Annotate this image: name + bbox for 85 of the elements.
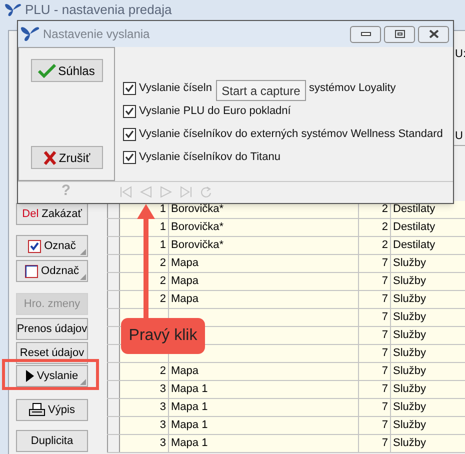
minimize-icon <box>360 32 370 36</box>
butterfly-icon <box>4 2 22 16</box>
butterfly-icon <box>20 26 40 42</box>
table-cell: Mapa <box>169 273 359 290</box>
table-cell: 2 <box>359 219 391 236</box>
table-cell-text: Destilaty <box>392 202 436 217</box>
table-cell: Mapa 1 <box>169 417 359 434</box>
minimize-button[interactable] <box>350 26 381 42</box>
send-button[interactable]: Vyslanie <box>16 365 88 387</box>
printer-icon <box>29 403 46 417</box>
table-cell: Mapa 1 <box>169 381 359 398</box>
next-record-icon[interactable] <box>160 186 172 198</box>
checkbox[interactable] <box>123 128 136 140</box>
table-cell: Borovička* <box>169 237 359 254</box>
option-label: Vyslanie číseln <box>139 80 212 96</box>
table-cell: Mapa <box>169 363 359 380</box>
checkbox[interactable] <box>123 150 136 164</box>
table-cell: 7 <box>359 345 391 362</box>
table-cell: 2 <box>359 237 391 254</box>
checkbox-empty-icon <box>25 264 38 278</box>
table-cell-text: Služby <box>392 292 428 307</box>
table-cell: 3 <box>120 435 169 452</box>
table-cell-text: Služby <box>392 382 428 397</box>
close-icon <box>428 30 438 38</box>
table-cell-text: Služby <box>392 256 428 271</box>
table-cell: 7 <box>359 273 391 290</box>
table-cell-text: Služby <box>392 328 428 343</box>
last-record-icon[interactable] <box>180 186 192 198</box>
table-cell: Mapa 1 <box>169 435 359 452</box>
table-cell-text: Služby <box>392 400 428 415</box>
table-cell: Borovička* <box>169 219 359 236</box>
maximize-button[interactable] <box>384 26 415 42</box>
checkbox-checked-icon <box>28 240 42 252</box>
ok-button[interactable]: Súhlas <box>30 59 102 82</box>
callout: Pravý klik <box>121 318 205 354</box>
previous-record-icon[interactable] <box>140 186 152 198</box>
table-cell-text: Služby <box>392 274 428 289</box>
table-cell: 7 <box>359 309 391 326</box>
dialog-title: Nastavenie vyslania <box>43 26 150 43</box>
first-record-icon[interactable] <box>120 186 132 198</box>
option-label: Vyslanie PLU do Euro pokladní <box>139 104 291 119</box>
table-cell: 3 <box>120 417 169 434</box>
cross-icon <box>42 150 57 164</box>
table-cell: Mapa <box>169 291 359 308</box>
column-header: U <box>454 128 465 146</box>
checkbox[interactable] <box>123 104 136 118</box>
unmark-button[interactable]: Odznač <box>16 260 88 282</box>
field-label: U: <box>455 47 465 62</box>
table-cell-text: Destilaty <box>392 220 436 235</box>
refresh-icon[interactable] <box>200 186 212 198</box>
table-cell: 7 <box>359 381 391 398</box>
option-label: systémov Loyality <box>309 81 396 96</box>
button[interactable]: Prenos údajov <box>16 318 88 340</box>
table-cell: 2 <box>120 363 169 380</box>
play-icon <box>26 370 34 382</box>
close-button[interactable] <box>418 26 449 42</box>
tooltip: Start a capture <box>216 80 306 101</box>
checkmark-icon <box>38 64 56 78</box>
table-cell-text: Destilaty <box>392 238 436 253</box>
table-cell-text: Služby <box>392 346 428 361</box>
window-title: PLU - nastavenia predaja <box>25 2 172 17</box>
print-button[interactable]: Výpis <box>16 399 88 421</box>
table-cell: 7 <box>359 363 391 380</box>
table-cell: 7 <box>359 399 391 416</box>
table-cell: 7 <box>359 435 391 452</box>
option-label: Vyslanie číselníkov do Titanu <box>139 150 280 165</box>
checkbox[interactable] <box>123 82 136 94</box>
restore-icon <box>394 30 404 38</box>
table-cell: 3 <box>120 381 169 398</box>
table-cell: 7 <box>359 255 391 272</box>
table-cell-text: Služby <box>392 310 428 325</box>
table-cell-text: Služby <box>392 436 428 451</box>
option-label: Vyslanie číselníkov do externých systémov Wellness Standard <box>139 126 443 142</box>
table-cell: Mapa <box>169 255 359 272</box>
table-cell-text: Služby <box>392 364 428 379</box>
mark-button[interactable]: Označ <box>16 235 88 257</box>
disable-button[interactable]: Del Zakázať <box>16 203 88 225</box>
table-cell: 7 <box>359 417 391 434</box>
table-cell-text: Služby <box>392 418 428 433</box>
table-cell: 7 <box>359 291 391 308</box>
table-cell: 7 <box>359 327 391 344</box>
table-cell: Mapa 1 <box>169 399 359 416</box>
table-cell: 3 <box>120 399 169 416</box>
cancel-button[interactable]: Zrušiť <box>30 146 102 169</box>
button[interactable]: Duplicita <box>16 430 88 452</box>
